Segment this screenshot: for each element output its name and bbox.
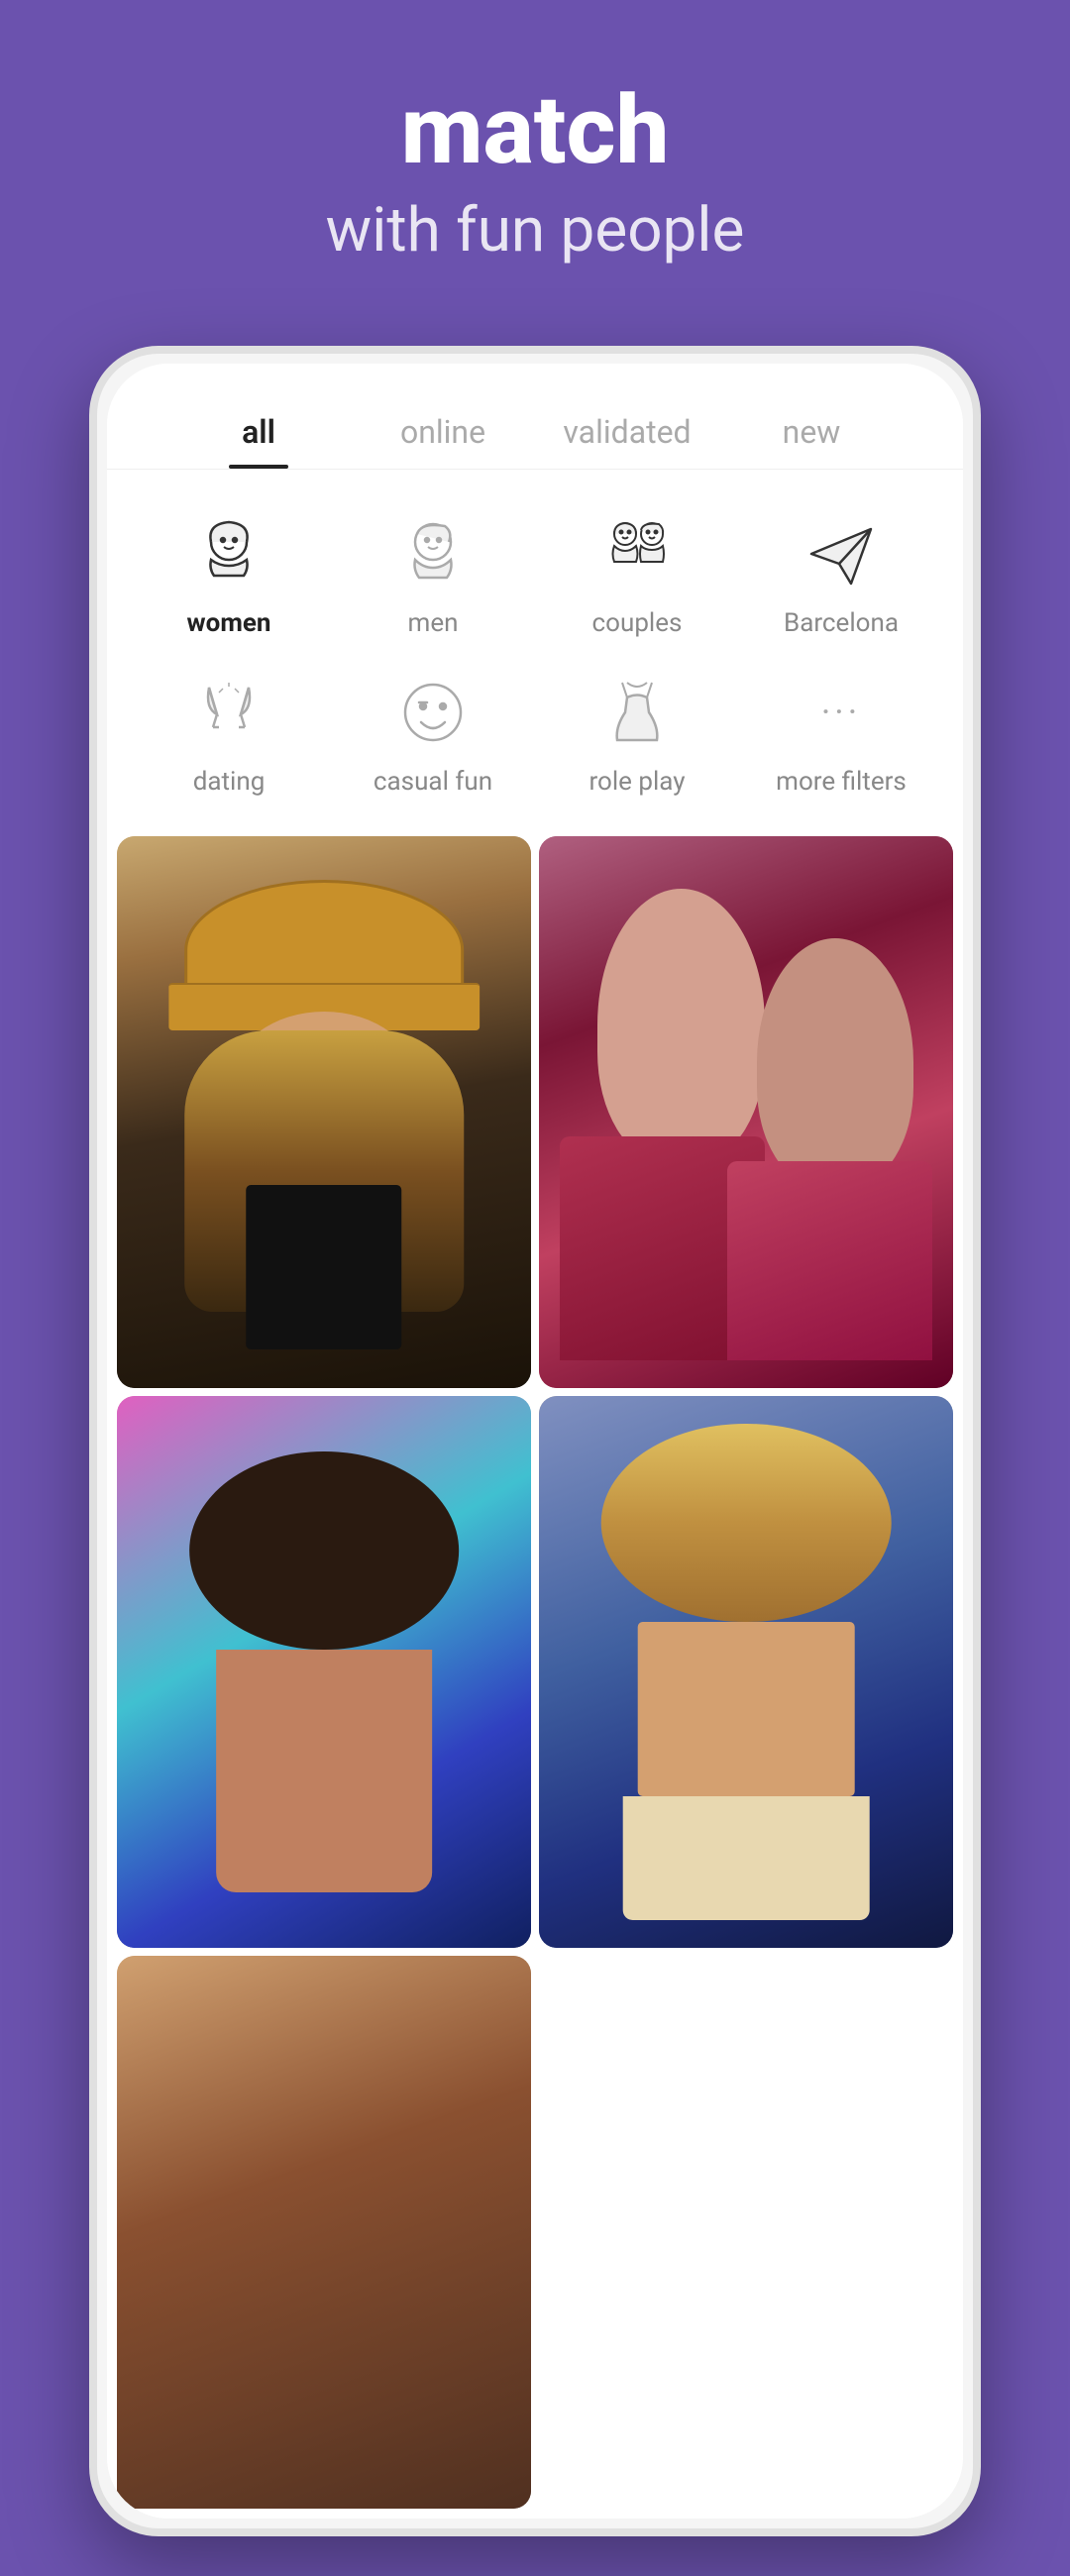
phone-mockup: all online validated new [89,346,981,2536]
tab-all[interactable]: all [166,393,351,469]
tab-validated[interactable]: validated [535,393,719,469]
filter-women[interactable]: women [127,489,331,648]
header-title: match [40,79,1030,184]
roleplay-label: role play [588,767,685,797]
casual-label: casual fun [374,767,492,797]
profile-card-5[interactable] [117,1956,531,2508]
filter-more[interactable]: ··· more filters [739,648,943,806]
filter-location[interactable]: Barcelona [739,489,943,648]
profile-card-1[interactable] [117,836,531,1388]
profile-card-2[interactable] [539,836,953,1388]
phone-screen: all online validated new [107,364,963,2519]
filter-casual[interactable]: casual fun [331,648,535,806]
men-label: men [408,608,459,638]
location-icon [797,509,886,598]
filter-men[interactable]: men [331,489,535,648]
filter-grid: women men [107,470,963,826]
more-dots-icon: ··· [797,668,886,757]
header-section: match with fun people [0,0,1070,326]
smiley-icon [388,668,478,757]
tab-bar: all online validated new [107,364,963,470]
champagne-icon [184,668,273,757]
women-label: women [187,608,271,638]
tab-online[interactable]: online [351,393,535,469]
more-filters-label: more filters [776,767,907,797]
woman-icon [184,509,273,598]
man-icon [388,509,478,598]
filter-roleplay[interactable]: role play [535,648,739,806]
profile-card-3[interactable] [117,1396,531,1948]
profile-card-4[interactable] [539,1396,953,1948]
tab-new[interactable]: new [719,393,904,469]
dating-label: dating [193,767,266,797]
dress-icon [592,668,682,757]
filter-dating[interactable]: dating [127,648,331,806]
photo-grid [107,826,963,2519]
filter-couples[interactable]: couples [535,489,739,648]
couples-label: couples [592,608,683,638]
couple-icon [592,509,682,598]
barcelona-label: Barcelona [784,608,899,638]
header-subtitle: with fun people [40,194,1030,267]
